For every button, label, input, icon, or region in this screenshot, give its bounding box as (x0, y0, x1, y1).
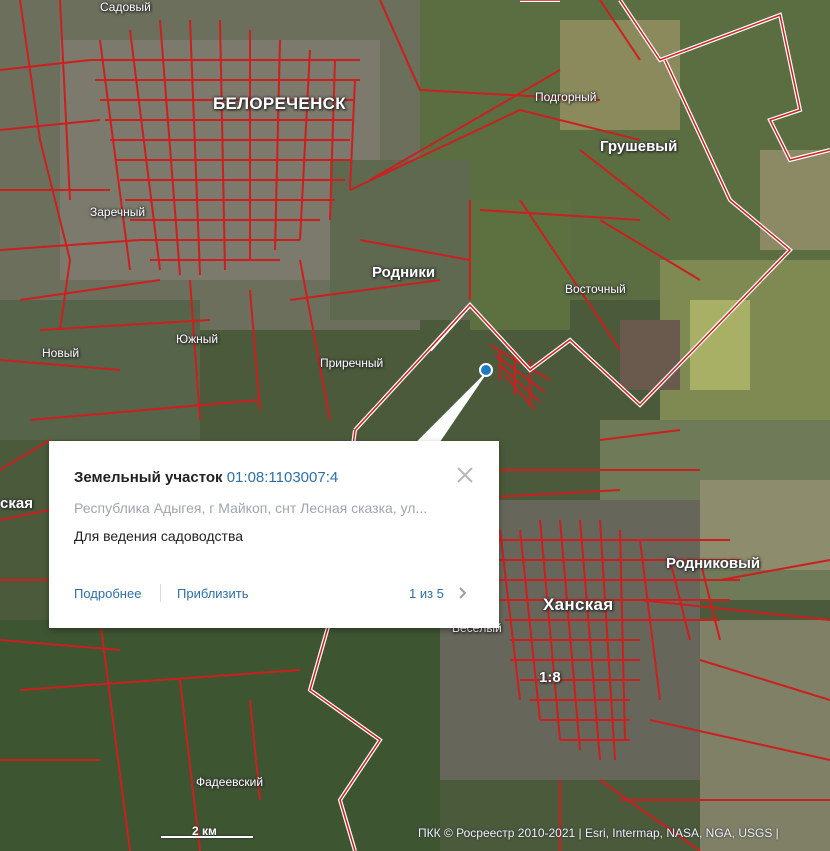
place-label-vostochnyy: Восточный (565, 282, 626, 296)
parcel-address: Республика Адыгея, г Майкоп, снт Лесная … (74, 500, 428, 516)
chevron-right-icon[interactable] (455, 584, 471, 602)
zoom-in-link[interactable]: Приблизить (177, 586, 249, 601)
map-scale-bar: 2 км (161, 824, 253, 840)
place-label-skaya: ская (0, 495, 33, 512)
close-icon[interactable] (453, 463, 477, 487)
result-counter: 1 из 5 (409, 586, 444, 601)
link-divider (160, 584, 161, 602)
map-attribution: ПКК © Росреестр 2010-2021 | Esri, Interm… (418, 826, 779, 840)
place-label-rodnikovyy: Родниковый (666, 555, 761, 572)
place-label-yuzhnyy: Южный (176, 332, 219, 346)
scale-label: 2 км (192, 824, 217, 838)
selected-parcel-marker[interactable] (479, 363, 493, 377)
place-label-novyy: Новый (42, 346, 80, 360)
more-details-link[interactable]: Подробнее (74, 586, 141, 601)
place-label-fadeevskiy: Фадеевский (196, 775, 264, 789)
place-label-khanskaya: Ханская (543, 595, 614, 614)
popup-title: Земельный участок 01:08:1103007:4 (74, 469, 338, 486)
place-label-podgornyy: Подгорный (535, 90, 597, 104)
cadastral-number[interactable]: 01:08:1103007:4 (227, 469, 339, 486)
cadastral-quarter-label: 1:8 (539, 669, 561, 686)
popup-title-prefix: Земельный участок (74, 469, 223, 486)
place-label-prirechnyy: Приречный (320, 356, 384, 370)
parcel-info-popup: Земельный участок 01:08:1103007:4 Респуб… (49, 441, 499, 628)
parcel-land-use: Для ведения садоводства (74, 528, 244, 544)
place-label-zarechnyy: Заречный (90, 205, 146, 219)
place-label-belorechensk: БЕЛОРЕЧЕНСК (213, 94, 346, 113)
place-label-grushevyy: Грушевый (600, 138, 678, 155)
place-label-sadovyy: Садовый (100, 0, 151, 14)
satellite-map[interactable] (0, 0, 830, 851)
place-label-rodniki: Родники (372, 264, 436, 281)
